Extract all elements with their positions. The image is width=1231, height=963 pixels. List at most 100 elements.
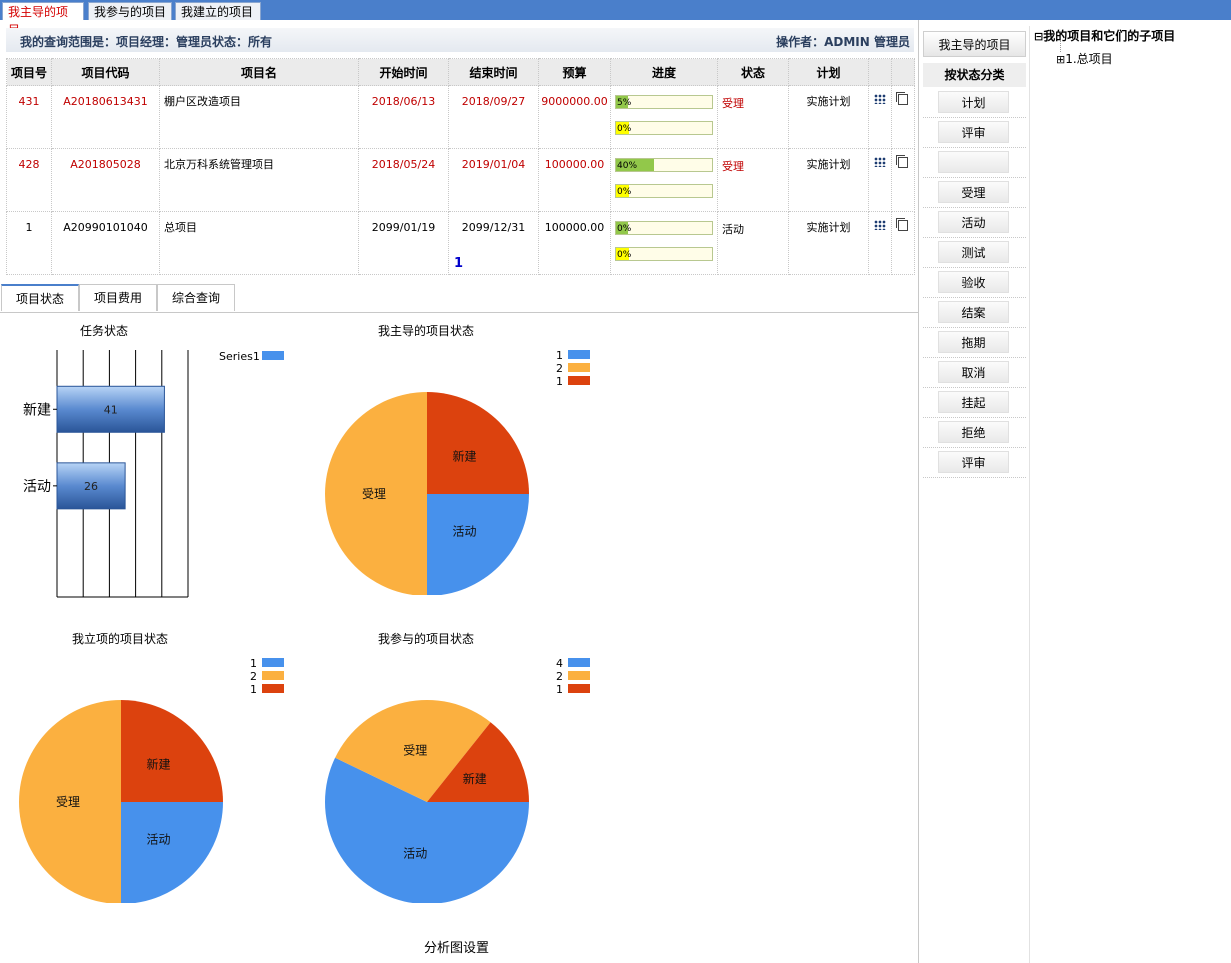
- progress-label: 5%: [617, 98, 632, 108]
- status-filter-button[interactable]: 评审: [938, 121, 1009, 143]
- status-button-row: 测试: [923, 237, 1026, 268]
- bar-value-label: 26: [84, 480, 98, 493]
- tree-node[interactable]: ⊞1.总项目: [1056, 50, 1113, 67]
- pie-slice-label: 受理: [56, 795, 80, 809]
- status-filter-button[interactable]: [938, 151, 1009, 173]
- col-header-end[interactable]: 结束时间: [448, 58, 539, 86]
- pager-current-page[interactable]: 1: [454, 256, 463, 271]
- copy-icon[interactable]: [896, 92, 908, 105]
- pie-slice-label: 活动: [403, 847, 427, 861]
- cell-budget: 100000.00: [538, 148, 611, 212]
- legend-label: 4: [556, 657, 563, 670]
- expand-icon[interactable]: ⊞: [1056, 53, 1065, 66]
- cell-progress: 40% 0%: [610, 148, 718, 212]
- legend-label: Series1: [219, 350, 260, 363]
- table-row[interactable]: 428 A201805028 北京万科系统管理项目 2018/05/24 2019/01…: [6, 148, 915, 212]
- progress-bar-secondary: 0%: [615, 184, 713, 198]
- tree-root-label: 我的项目和它们的子项目: [1043, 29, 1176, 43]
- collapse-icon[interactable]: ⊟: [1034, 30, 1043, 43]
- cell-budget: 100000.00: [538, 211, 611, 275]
- cell-grid[interactable]: [868, 211, 892, 275]
- table-row[interactable]: 431 A20180613431 棚户区改造项目 2018/06/13 2018/09/…: [6, 85, 915, 149]
- col-header-name[interactable]: 项目名: [159, 58, 359, 86]
- tab-created-projects[interactable]: 我建立的项目: [175, 2, 261, 20]
- status-filter-button[interactable]: 验收: [938, 271, 1009, 293]
- legend-label: 2: [556, 670, 563, 683]
- status-filter-button[interactable]: 计划: [938, 91, 1009, 113]
- cell-copy[interactable]: [891, 148, 915, 212]
- cell-name[interactable]: 北京万科系统管理项目: [159, 148, 359, 212]
- project-table: 项目号 项目代码 项目名 开始时间 结束时间 预算 进度 状态 计划 431 A2…: [6, 58, 915, 275]
- tree-root[interactable]: ⊟我的项目和它们的子项目: [1034, 27, 1175, 44]
- pie-slice-label: 受理: [403, 743, 427, 757]
- copy-icon[interactable]: [896, 155, 908, 168]
- cell-start: 2099/01/19: [358, 211, 449, 275]
- cell-end: 2018/09/27: [448, 85, 539, 149]
- cell-copy[interactable]: [891, 85, 915, 149]
- progress-label: 40%: [617, 161, 638, 171]
- status-category-title: 按状态分类: [923, 63, 1026, 87]
- progress-bar-secondary: 0%: [615, 247, 713, 261]
- task-status-bar-chart: 0102030405041新建26活动Series1: [23, 350, 284, 598]
- legend-label: 1: [250, 657, 257, 670]
- progress-label-secondary: 0%: [617, 124, 632, 134]
- col-header-status[interactable]: 状态: [717, 58, 789, 86]
- status-filter-button[interactable]: 测试: [938, 241, 1009, 263]
- tab-my-led-projects[interactable]: 我主导的项目: [2, 2, 84, 37]
- pie-slice-label: 新建: [463, 771, 487, 786]
- cell-grid[interactable]: [868, 85, 892, 149]
- col-header-plan[interactable]: 计划: [788, 58, 869, 86]
- cell-code[interactable]: A20990101040: [51, 211, 160, 275]
- tab-participated-projects[interactable]: 我参与的项目: [88, 2, 172, 20]
- grid-icon[interactable]: [874, 157, 886, 167]
- cell-plan[interactable]: 实施计划: [788, 148, 869, 212]
- cell-name[interactable]: 总项目: [159, 211, 359, 275]
- status-filter-button[interactable]: 活动: [938, 211, 1009, 233]
- status-button-row: 活动: [923, 207, 1026, 238]
- tab-project-cost[interactable]: 项目费用: [79, 284, 157, 311]
- cell-grid[interactable]: [868, 148, 892, 212]
- legend-swatch: [568, 658, 590, 667]
- pie-slice-label: 新建: [452, 448, 476, 463]
- cell-copy[interactable]: [891, 211, 915, 275]
- col-header-blank-2: [891, 58, 915, 86]
- col-header-budget[interactable]: 预算: [538, 58, 611, 86]
- status-filter-button[interactable]: 结案: [938, 301, 1009, 323]
- cell-status: 活动: [717, 211, 789, 275]
- legend-swatch: [262, 671, 284, 680]
- col-header-progress[interactable]: 进度: [610, 58, 718, 86]
- col-header-code[interactable]: 项目代码: [51, 58, 160, 86]
- tab-combined-query[interactable]: 综合查询: [157, 284, 235, 311]
- cell-code[interactable]: A20180613431: [51, 85, 160, 149]
- legend-swatch: [568, 684, 590, 693]
- legend-label: 1: [556, 349, 563, 362]
- analysis-settings-link[interactable]: 分析图设置: [424, 937, 489, 956]
- col-header-id[interactable]: 项目号: [6, 58, 52, 86]
- status-panel: 我主导的项目 按状态分类 计划 评审 受理 活动 测试 验收 结案 拖期 取消 挂起 拒绝 评审: [923, 27, 1026, 479]
- y-category-label: 活动: [23, 479, 51, 495]
- table-header-row: 项目号 项目代码 项目名 开始时间 结束时间 预算 进度 状态 计划: [6, 58, 915, 86]
- cell-plan[interactable]: 实施计划: [788, 211, 869, 275]
- status-button-row: 挂起: [923, 387, 1026, 418]
- progress-bar: 0%: [615, 221, 713, 235]
- grid-icon[interactable]: [874, 220, 886, 230]
- grid-icon[interactable]: [874, 94, 886, 104]
- status-filter-button[interactable]: 拖期: [938, 331, 1009, 353]
- copy-icon[interactable]: [896, 218, 908, 231]
- cell-plan[interactable]: 实施计划: [788, 85, 869, 149]
- status-filter-button[interactable]: 拒绝: [938, 421, 1009, 443]
- status-filter-button[interactable]: 取消: [938, 361, 1009, 383]
- cell-code[interactable]: A201805028: [51, 148, 160, 212]
- status-filter-button[interactable]: 受理: [938, 181, 1009, 203]
- col-header-start[interactable]: 开始时间: [358, 58, 449, 86]
- legend-label: 2: [556, 362, 563, 375]
- status-filter-button[interactable]: 挂起: [938, 391, 1009, 413]
- legend-swatch: [568, 671, 590, 680]
- legend-swatch: [262, 351, 284, 360]
- cell-name[interactable]: 棚户区改造项目: [159, 85, 359, 149]
- status-filter-button[interactable]: 评审: [938, 451, 1009, 473]
- status-panel-header[interactable]: 我主导的项目: [923, 31, 1026, 57]
- tab-project-status[interactable]: 项目状态: [1, 284, 79, 311]
- legend-label: 1: [556, 683, 563, 696]
- status-button-row: 受理: [923, 177, 1026, 208]
